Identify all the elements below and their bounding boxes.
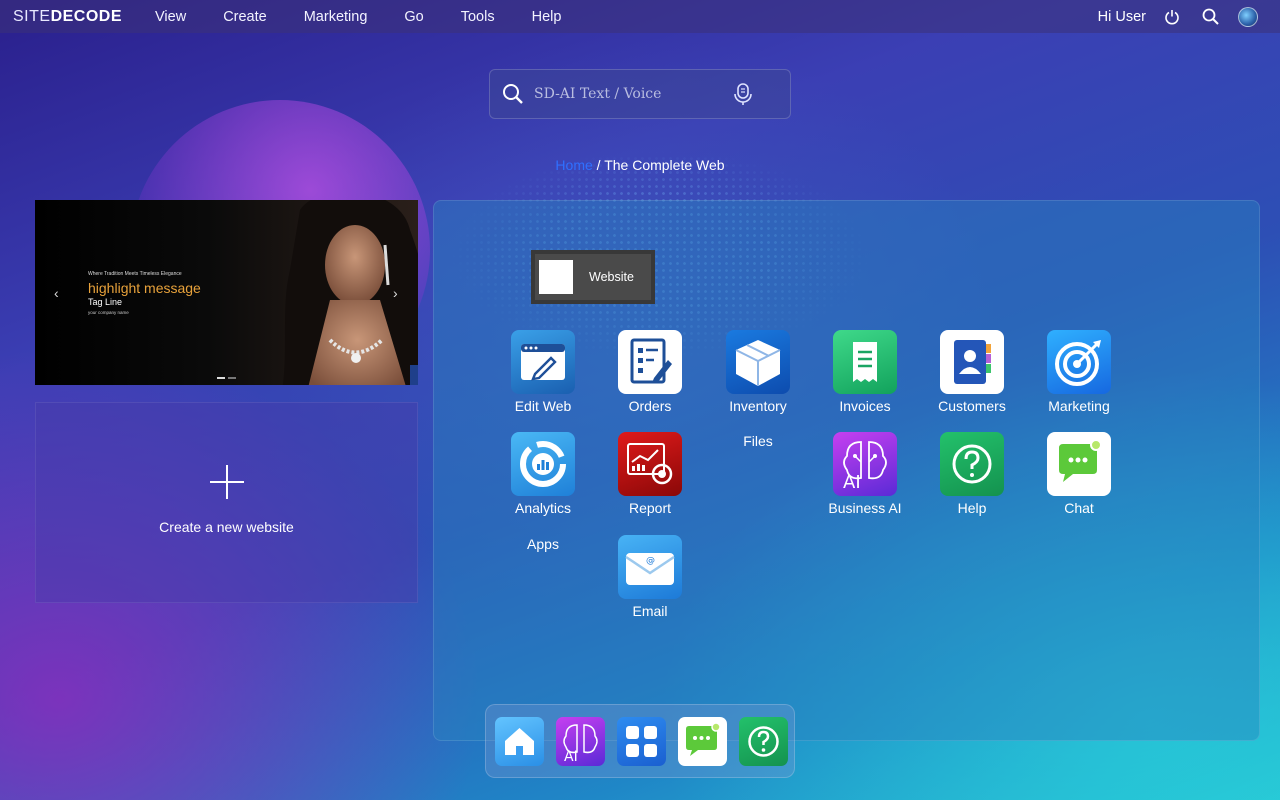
chevron-right-icon[interactable]: › bbox=[393, 285, 398, 301]
inventory-box-icon bbox=[726, 330, 790, 394]
target-icon bbox=[1047, 330, 1111, 394]
app-label: Invoices bbox=[839, 398, 891, 414]
search-icon bbox=[502, 83, 524, 105]
dock-ai[interactable]: AI bbox=[556, 716, 605, 766]
app-label: Email bbox=[632, 603, 668, 619]
search-bar bbox=[489, 69, 791, 119]
analytics-icon bbox=[511, 432, 575, 496]
bottom-dock: AI bbox=[485, 704, 795, 778]
help-icon bbox=[748, 725, 779, 757]
email-icon: @ bbox=[618, 535, 682, 599]
dock-apps[interactable] bbox=[617, 716, 666, 766]
menu-create[interactable]: Create bbox=[223, 9, 267, 25]
banner-tagline: Tag Line bbox=[88, 297, 123, 307]
plus-icon bbox=[210, 465, 244, 499]
banner-highlight: highlight message bbox=[88, 280, 201, 296]
dock-help[interactable] bbox=[739, 716, 788, 766]
menu-go[interactable]: Go bbox=[404, 9, 423, 25]
group-label-apps[interactable]: Apps bbox=[488, 536, 598, 552]
microphone-icon[interactable] bbox=[732, 82, 754, 106]
ai-brain-icon: AI bbox=[563, 723, 598, 765]
menu-view[interactable]: View bbox=[155, 9, 186, 25]
app-label: Chat bbox=[1064, 500, 1094, 516]
user-greeting: Hi User bbox=[1097, 8, 1146, 25]
carousel-dot[interactable] bbox=[217, 377, 225, 379]
banner-text: Where Tradition Meets Timeless Elegance … bbox=[88, 271, 201, 315]
app-business-ai[interactable]: AI Business AI bbox=[810, 432, 920, 516]
ai-brain-icon: AI bbox=[833, 432, 897, 496]
app-label: Analytics bbox=[514, 500, 572, 516]
top-menu-bar: SITEDECODE View Create Marketing Go Tool… bbox=[0, 0, 1280, 33]
svg-text:AI: AI bbox=[843, 472, 861, 493]
app-label: Edit Web bbox=[514, 398, 572, 414]
breadcrumb-home-link[interactable]: Home bbox=[555, 157, 592, 173]
carousel-indicators bbox=[217, 377, 236, 379]
chat-icon bbox=[1047, 432, 1111, 496]
orders-icon bbox=[618, 330, 682, 394]
user-avatar[interactable] bbox=[1238, 6, 1258, 27]
carousel-dot[interactable] bbox=[228, 377, 236, 379]
apps-panel: Website Edit Web Orders Inventory Invoic… bbox=[433, 200, 1260, 741]
site-logo[interactable]: SITEDECODE bbox=[13, 8, 122, 26]
app-label: Orders bbox=[628, 398, 672, 414]
app-label: Help bbox=[957, 500, 987, 516]
customers-icon bbox=[940, 330, 1004, 394]
help-icon bbox=[940, 432, 1004, 496]
app-analytics[interactable]: Analytics bbox=[488, 432, 598, 516]
breadcrumb: Home / The Complete Web bbox=[0, 157, 1280, 173]
dock-chat[interactable] bbox=[678, 716, 727, 766]
menu-help[interactable]: Help bbox=[532, 9, 562, 25]
app-label: Marketing bbox=[1048, 398, 1110, 414]
svg-text:@: @ bbox=[646, 556, 655, 566]
group-label-files[interactable]: Files bbox=[703, 433, 813, 449]
chevron-left-icon[interactable]: ‹ bbox=[54, 285, 59, 301]
edit-web-icon bbox=[511, 330, 575, 394]
home-icon bbox=[505, 727, 534, 755]
app-orders[interactable]: Orders bbox=[595, 330, 705, 414]
banner-company: your company name bbox=[88, 310, 129, 315]
menu-marketing[interactable]: Marketing bbox=[304, 9, 368, 25]
website-chip[interactable]: Website bbox=[531, 250, 655, 304]
website-thumbnail bbox=[539, 260, 573, 294]
app-help[interactable]: Help bbox=[917, 432, 1027, 516]
dock-home[interactable] bbox=[495, 716, 544, 766]
app-invoices[interactable]: Invoices bbox=[810, 330, 920, 414]
app-label: Report bbox=[628, 500, 672, 516]
app-marketing[interactable]: Marketing bbox=[1024, 330, 1134, 414]
menu-right: Hi User bbox=[1097, 6, 1280, 27]
power-icon[interactable] bbox=[1162, 7, 1182, 27]
app-edit-web[interactable]: Edit Web bbox=[488, 330, 598, 414]
create-website-card[interactable]: Create a new website bbox=[35, 402, 418, 603]
website-chip-label: Website bbox=[589, 270, 634, 284]
app-inventory[interactable]: Inventory bbox=[703, 330, 813, 414]
app-report[interactable]: Report bbox=[595, 432, 705, 516]
app-email[interactable]: @ Email bbox=[595, 535, 705, 619]
svg-text:AI: AI bbox=[564, 749, 578, 765]
app-label: Business AI bbox=[828, 500, 902, 516]
app-label: Customers bbox=[938, 398, 1006, 414]
invoice-icon bbox=[833, 330, 897, 394]
search-input[interactable] bbox=[534, 86, 724, 102]
breadcrumb-separator: / bbox=[596, 157, 601, 173]
chat-icon bbox=[686, 721, 721, 756]
main-menu: View Create Marketing Go Tools Help bbox=[155, 9, 598, 25]
banner-small-text: Where Tradition Meets Timeless Elegance bbox=[88, 271, 182, 277]
report-icon bbox=[618, 432, 682, 496]
app-chat[interactable]: Chat bbox=[1024, 432, 1134, 516]
apps-grid-icon bbox=[626, 725, 657, 757]
app-customers[interactable]: Customers bbox=[917, 330, 1027, 414]
breadcrumb-current: The Complete Web bbox=[604, 157, 725, 173]
app-label: Inventory bbox=[729, 398, 787, 414]
search-icon[interactable] bbox=[1200, 7, 1220, 27]
website-preview-banner[interactable]: Where Tradition Meets Timeless Elegance … bbox=[35, 200, 418, 385]
create-website-label: Create a new website bbox=[159, 519, 294, 535]
menu-tools[interactable]: Tools bbox=[461, 9, 495, 25]
